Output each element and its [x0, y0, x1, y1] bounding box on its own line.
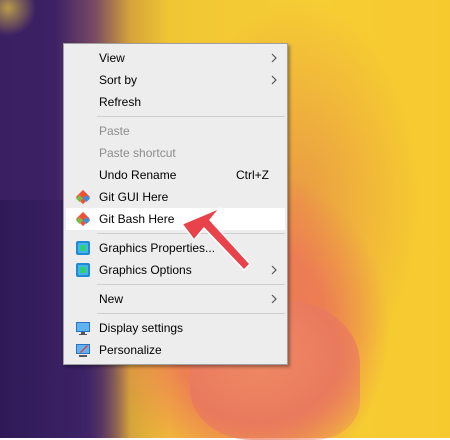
menu-item-label: Graphics Options: [99, 263, 192, 277]
annotation-arrow-icon: [181, 207, 251, 271]
display-settings-icon: [76, 322, 90, 335]
menu-item-label: View: [99, 51, 125, 65]
menu-item-personalize[interactable]: Personalize: [64, 339, 287, 361]
menu-item-label: Paste shortcut: [99, 146, 176, 160]
menu-item-label: Git Bash Here: [99, 212, 175, 226]
git-icon: [75, 211, 91, 227]
menu-item-label: Display settings: [99, 321, 184, 335]
personalize-icon: [76, 344, 90, 357]
menu-item-graphics-properties[interactable]: Graphics Properties...: [64, 237, 287, 259]
menu-item-shortcut: Ctrl+Z: [236, 168, 269, 182]
intel-graphics-icon: [76, 263, 90, 277]
chevron-right-icon: [271, 53, 277, 63]
menu-item-label: Git GUI Here: [99, 190, 169, 204]
chevron-right-icon: [271, 294, 277, 304]
git-icon: [75, 189, 91, 205]
menu-item-undo-rename[interactable]: Undo Rename Ctrl+Z: [64, 164, 287, 186]
menu-item-label: New: [99, 292, 124, 306]
menu-item-refresh[interactable]: Refresh: [64, 91, 287, 113]
menu-separator: [97, 313, 285, 314]
chevron-right-icon: [271, 75, 277, 85]
menu-item-label: Undo Rename: [99, 168, 177, 182]
menu-item-git-gui-here[interactable]: Git GUI Here: [64, 186, 287, 208]
menu-item-label: Personalize: [99, 343, 162, 357]
menu-separator: [97, 116, 285, 117]
menu-item-git-bash-here[interactable]: Git Bash Here: [66, 208, 285, 230]
menu-item-paste-shortcut: Paste shortcut: [64, 142, 287, 164]
intel-graphics-icon: [76, 241, 90, 255]
menu-separator: [97, 284, 285, 285]
menu-item-label: Sort by: [99, 73, 138, 87]
menu-item-label: Refresh: [99, 95, 142, 109]
menu-item-new[interactable]: New: [64, 288, 287, 310]
menu-item-graphics-options[interactable]: Graphics Options: [64, 259, 287, 281]
chevron-right-icon: [271, 265, 277, 275]
menu-item-view[interactable]: View: [64, 47, 287, 69]
menu-item-display-settings[interactable]: Display settings: [64, 317, 287, 339]
menu-item-label: Paste: [99, 124, 130, 138]
menu-item-sort-by[interactable]: Sort by: [64, 69, 287, 91]
menu-item-paste: Paste: [64, 120, 287, 142]
desktop-context-menu: View Sort by Refresh Paste Paste shortcu…: [63, 43, 288, 365]
